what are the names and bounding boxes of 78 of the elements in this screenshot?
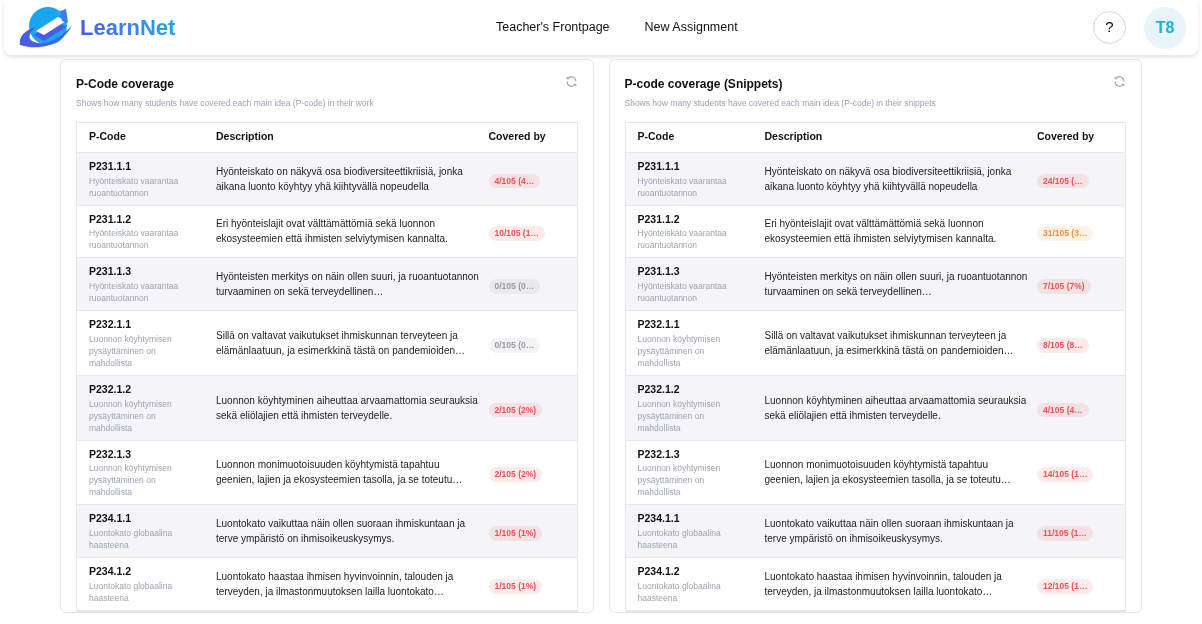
column-header: P-Code [88, 129, 127, 145]
p-code: P232.1.1 [89, 317, 133, 332]
nav-link[interactable]: New Assignment [644, 18, 738, 37]
coverage-badge: 0/105 (0… [488, 337, 541, 353]
description-text: Luontokato vaikuttaa näin ollen suoraan ihmiskuntaan ja terve ympäristö on ihmisoikeuskysymys. [216, 517, 467, 547]
coverage-badge: 2/105 (2%) [488, 402, 543, 418]
coverage-badge: 0/105 (0… [488, 279, 541, 294]
description-text: Hyönteisten merkitys on näin ollen suuri, ja ruoantuotannon turvaaminen on sekä terveydellinen… [216, 270, 480, 300]
description-text: Eri hyönteislajit ovat välttämättömiä sekä luonnon ekosysteemien että ihmisten selviytymisen kannalta. [216, 217, 449, 247]
p-code: P234.1.1 [89, 511, 133, 527]
topic-text: Luonnon köyhtymisen pysäyttäminen on mahdollista [89, 332, 173, 369]
coverage-badge: 1/105 (1%) [488, 526, 543, 541]
p-code: P231.1.1 [89, 158, 133, 174]
nav-link[interactable]: Teacher's Frontpage [496, 18, 610, 37]
description-text: Hyönteiskato on näkyvä osa biodiversiteettikriisiä, jonka aikana luonto köyhtyy yhä kiihtyvällä nopeudella [216, 164, 464, 194]
topic-text: Luontokato globaalina haasteena [637, 527, 722, 551]
description-text: Eri hyönteislajit ovat välttämättömiä sekä luonnon ekosysteemien että ihmisten selviytymisen kannalta. [764, 217, 998, 247]
description-text: Luonnon köyhtyminen aiheuttaa arvaamattomia seurauksia sekä eliölajien että ihmisten terveydelle. [216, 393, 479, 423]
topic-text: Hyönteiskato vaarantaa ruoantuotannon [89, 227, 180, 252]
topic-text: Hyönteiskato vaarantaa ruoantuotannon [637, 174, 728, 199]
card-subtitle: Shows how many students have covered each main idea (P-code) in their work [76, 97, 375, 110]
p-code: P234.1.1 [637, 511, 681, 527]
description-text: Sillä on valtavat vaikutukset ihmiskunnan terveyteen ja elämänlaatuun, ja esimerkkinä tästä on pandemioiden… [764, 328, 1015, 358]
description-text: Hyönteisten merkitys on näin ollen suuri, ja ruoantuotannon turvaaminen on sekä terveydellinen… [764, 270, 1029, 300]
coverage-badge: 24/105 (… [1037, 173, 1089, 189]
p-code: P232.1.3 [637, 446, 681, 462]
coverage-badge: 10/105 (1… [488, 226, 545, 242]
card-title: P-code coverage (Snippets) [624, 76, 783, 93]
p-code: P231.1.3 [637, 264, 681, 280]
p-code: P232.1.2 [637, 381, 681, 397]
refresh-icon[interactable] [1113, 75, 1126, 88]
topic-text: Luontokato globaalina haasteena [89, 527, 174, 551]
description-text: Sillä on valtavat vaikutukset ihmiskunnan terveyteen ja elämänlaatuun, ja esimerkkinä tästä on pandemioiden… [216, 328, 467, 358]
column-header: Covered by [1037, 129, 1096, 145]
coverage-badge: 4/105 (4… [488, 173, 541, 189]
topic-text: Luonnon köyhtymisen pysäyttäminen on mahdollista [637, 462, 722, 499]
description-text: Luontokato vaikuttaa näin ollen suoraan ihmiskuntaan ja terve ympäristö on ihmisoikeuskysymys. [764, 517, 1015, 547]
p-code: P232.1.1 [637, 317, 681, 332]
coverage-badge: 14/105 (1… [1037, 467, 1094, 483]
coverage-badge: 11/105 (1… [1037, 526, 1093, 541]
column-header: Covered by [488, 129, 547, 145]
topic-text: Luonnon köyhtymisen pysäyttäminen on mahdollista [89, 397, 173, 434]
p-code: P231.1.1 [637, 158, 681, 174]
p-code: P231.1.2 [637, 211, 681, 227]
topic-text: Luonnon köyhtymisen pysäyttäminen on mahdollista [89, 462, 173, 499]
p-code: P234.1.2 [637, 564, 681, 579]
topic-text: Hyönteiskato vaarantaa ruoantuotannon [89, 174, 180, 199]
p-code: P231.1.2 [89, 211, 133, 227]
coverage-badge: 2/105 (2%) [488, 467, 543, 483]
p-code: P231.1.3 [89, 264, 133, 280]
coverage-badge: 8/105 (8… [1037, 337, 1089, 353]
topic-text: Luonnon köyhtymisen pysäyttäminen on mahdollista [637, 332, 722, 369]
refresh-icon[interactable] [564, 75, 578, 88]
topic-text: Hyönteiskato vaarantaa ruoantuotannon [637, 227, 728, 252]
coverage-badge: 7/105 (7%) [1037, 279, 1091, 294]
coverage-badge: 4/105 (4… [1037, 402, 1089, 418]
topic-text: Luontokato globaalina haasteena [637, 579, 722, 604]
description-text: Luonnon köyhtyminen aiheuttaa arvaamattomia seurauksia sekä eliölajien että ihmisten terveydelle. [764, 393, 1028, 423]
topic-text: Luonnon köyhtymisen pysäyttäminen on mahdollista [637, 397, 722, 434]
p-code: P234.1.2 [89, 564, 133, 579]
description-text: Luonnon monimuotoisuuden köyhtymistä tapahtuu geenien, lajien ja ekosysteemien tasolla, ja se toteutu… [216, 458, 464, 488]
topic-text: Hyönteiskato vaarantaa ruoantuotannon [637, 280, 728, 304]
column-header: Description [216, 129, 275, 145]
topic-text: Hyönteiskato vaarantaa ruoantuotannon [89, 280, 180, 304]
card-title: P-Code coverage [76, 76, 175, 93]
description-text: Hyönteiskato on näkyvä osa biodiversiteettikriisiä, jonka aikana luonto köyhtyy yhä kiihtyvällä nopeudella [764, 164, 1013, 194]
coverage-badge: 12/105 (1… [1037, 578, 1094, 594]
p-code: P232.1.3 [89, 446, 133, 462]
topic-text: Luontokato globaalina haasteena [89, 579, 174, 604]
description-text: Luontokato haastaa ihmisen hyvinvoinnin, talouden ja terveyden, ja ilmastonmuutoksen lailla luontokato… [216, 569, 455, 599]
column-header: P-Code [636, 129, 676, 145]
coverage-badge: 31/105 (3… [1037, 226, 1094, 242]
card-subtitle: Shows how many students have covered each main idea (P-code) in their snippets [624, 97, 937, 110]
description-text: Luontokato haastaa ihmisen hyvinvoinnin, talouden ja terveyden, ja ilmastonmuutoksen lailla luontokato… [764, 569, 1003, 599]
p-code: P232.1.2 [89, 381, 133, 397]
description-text: Luonnon monimuotoisuuden köyhtymistä tapahtuu geenien, lajien ja ekosysteemien tasolla, ja se toteutu… [764, 458, 1012, 488]
column-header: Description [764, 129, 824, 145]
coverage-badge: 1/105 (1%) [488, 578, 543, 594]
